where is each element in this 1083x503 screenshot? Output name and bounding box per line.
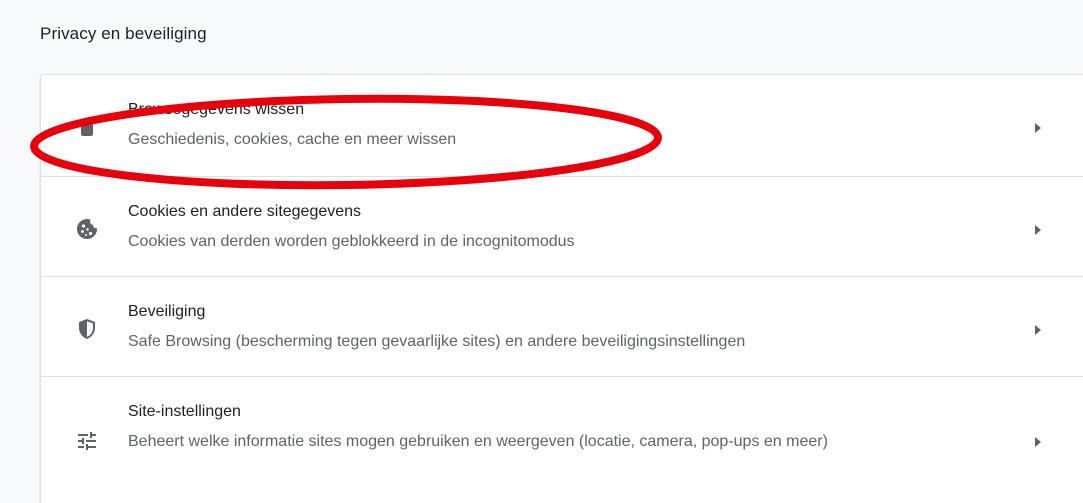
trash-icon bbox=[75, 115, 99, 139]
chevron-right-icon bbox=[1033, 435, 1043, 447]
chevron-right-icon bbox=[1033, 223, 1043, 235]
row-sublabel: Cookies van derden worden geblokkeerd in… bbox=[128, 233, 575, 250]
row-label: Cookies en andere sitegegevens bbox=[128, 203, 362, 220]
chevron-right-icon bbox=[1033, 323, 1043, 335]
cookies-row[interactable]: Cookies en andere sitegegevens Cookies v… bbox=[41, 176, 1083, 276]
settings-page: Privacy en beveiliging Browsegegevens wi… bbox=[0, 0, 1083, 503]
row-sublabel: Beheert welke informatie sites mogen geb… bbox=[128, 433, 828, 450]
chevron-right-icon bbox=[1033, 121, 1043, 133]
row-label: Beveiliging bbox=[128, 303, 206, 320]
row-sublabel: Geschiedenis, cookies, cache en meer wis… bbox=[128, 131, 457, 148]
tune-icon bbox=[75, 429, 99, 453]
site-settings-row[interactable]: Site-instellingen Beheert welke informat… bbox=[41, 376, 1083, 503]
clear-browsing-data-row[interactable]: Browsegegevens wissen Geschiedenis, cook… bbox=[41, 75, 1083, 176]
row-label: Browsegegevens wissen bbox=[128, 101, 305, 118]
row-label: Site-instellingen bbox=[128, 403, 241, 420]
section-title: Privacy en beveiliging bbox=[40, 24, 207, 43]
security-row[interactable]: Beveiliging Safe Browsing (bescherming t… bbox=[41, 276, 1083, 376]
row-sublabel: Safe Browsing (bescherming tegen gevaarl… bbox=[128, 333, 746, 350]
cookie-icon bbox=[75, 217, 99, 241]
shield-icon bbox=[75, 317, 99, 341]
privacy-card: Browsegegevens wissen Geschiedenis, cook… bbox=[40, 74, 1083, 503]
